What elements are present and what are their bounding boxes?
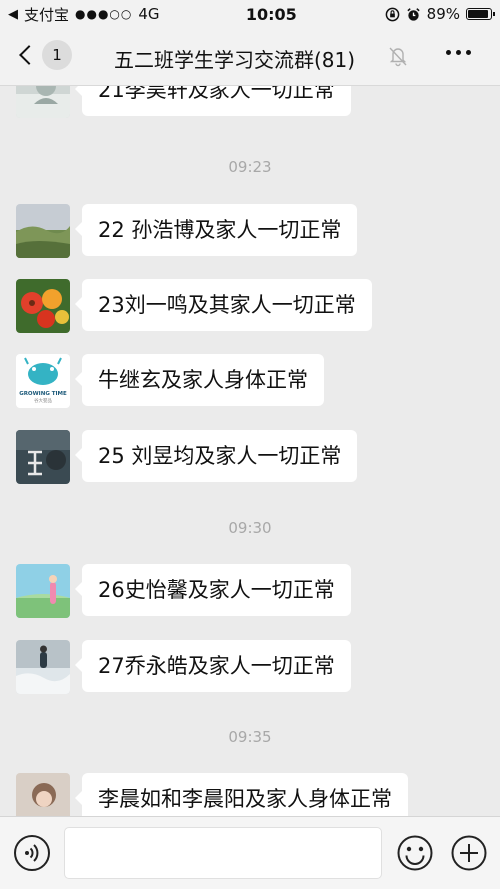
input-bar bbox=[0, 816, 500, 889]
network-label: 4G bbox=[138, 5, 160, 23]
avatar[interactable] bbox=[16, 86, 70, 118]
message-bubble[interactable]: 21李昊轩及家人一切正常 bbox=[75, 86, 351, 116]
back-chevron-icon bbox=[19, 45, 39, 65]
message-row: GROWING TIME 谷大婴品 牛继玄及家人身体正常 bbox=[16, 354, 324, 408]
battery-percent: 89% bbox=[426, 5, 460, 23]
alarm-icon bbox=[407, 7, 420, 21]
timestamp: 09:30 bbox=[228, 519, 272, 537]
emoji-icon[interactable] bbox=[396, 834, 434, 872]
signal-icon: ●●●○○ bbox=[75, 7, 133, 21]
chat-header: 1 五二班学生学习交流群(81) bbox=[0, 28, 500, 86]
clock: 10:05 bbox=[245, 4, 297, 24]
message-bubble[interactable]: 22 孙浩博及家人一切正常 bbox=[74, 204, 358, 256]
message-row: 李晨如和李晨阳及家人身体正常 bbox=[16, 773, 408, 816]
avatar[interactable] bbox=[16, 773, 70, 816]
avatar[interactable] bbox=[16, 640, 70, 694]
more-icon[interactable] bbox=[446, 50, 471, 55]
message-row: 23刘一鸣及其家人一切正常 bbox=[16, 279, 372, 333]
timestamp: 09:35 bbox=[228, 728, 272, 746]
back-to-app-icon[interactable]: ◀ bbox=[8, 7, 18, 22]
message-bubble[interactable]: 27乔永皓及家人一切正常 bbox=[75, 640, 351, 692]
rotation-lock-icon bbox=[385, 7, 399, 21]
battery-icon bbox=[466, 8, 495, 20]
mute-bell-icon bbox=[389, 47, 407, 67]
status-right: 89% bbox=[385, 5, 495, 23]
chat-title: 五二班学生学习交流群(81) bbox=[114, 48, 356, 72]
back-button[interactable]: 1 bbox=[14, 40, 72, 70]
message-bubble[interactable]: 23刘一鸣及其家人一切正常 bbox=[75, 279, 372, 331]
avatar[interactable] bbox=[16, 564, 70, 618]
status-bar: ◀ 支付宝 ●●●○○ 4G 10:05 89% bbox=[0, 0, 500, 28]
status-left: ◀ 支付宝 ●●●○○ 4G bbox=[8, 4, 198, 25]
message-row: 22 孙浩博及家人一切正常 bbox=[16, 204, 358, 258]
battery-fill bbox=[468, 10, 488, 18]
avatar[interactable] bbox=[16, 430, 70, 484]
message-bubble[interactable]: 牛继玄及家人身体正常 bbox=[75, 354, 324, 406]
avatar[interactable] bbox=[16, 279, 70, 333]
growing-sub-text: 谷大婴品 bbox=[34, 397, 52, 404]
plus-icon[interactable] bbox=[450, 834, 488, 872]
message-bubble[interactable]: 25 刘昱均及家人一切正常 bbox=[74, 430, 358, 482]
message-row: 25 刘昱均及家人一切正常 bbox=[16, 430, 358, 484]
unread-count-badge: 1 bbox=[42, 40, 72, 70]
voice-icon bbox=[25, 844, 39, 862]
message-row: 21李昊轩及家人一切正常 bbox=[16, 86, 351, 118]
message-row: 27乔永皓及家人一切正常 bbox=[16, 640, 351, 694]
message-bubble[interactable]: 李晨如和李晨阳及家人身体正常 bbox=[75, 773, 408, 816]
voice-button[interactable] bbox=[14, 835, 50, 871]
avatar[interactable]: GROWING TIME 谷大婴品 bbox=[16, 354, 70, 408]
growing-time-text: GROWING TIME bbox=[19, 391, 67, 397]
avatar[interactable] bbox=[16, 204, 70, 258]
timestamp: 09:23 bbox=[228, 158, 272, 176]
message-bubble[interactable]: 26史怡馨及家人一切正常 bbox=[75, 564, 351, 616]
message-list[interactable]: 21李昊轩及家人一切正常 09:23 22 孙浩博及家人一切正常 23刘一鸣及其… bbox=[0, 86, 500, 816]
message-input[interactable] bbox=[64, 827, 382, 879]
carrier-app-label[interactable]: 支付宝 bbox=[24, 4, 69, 25]
message-row: 26史怡馨及家人一切正常 bbox=[16, 564, 351, 618]
